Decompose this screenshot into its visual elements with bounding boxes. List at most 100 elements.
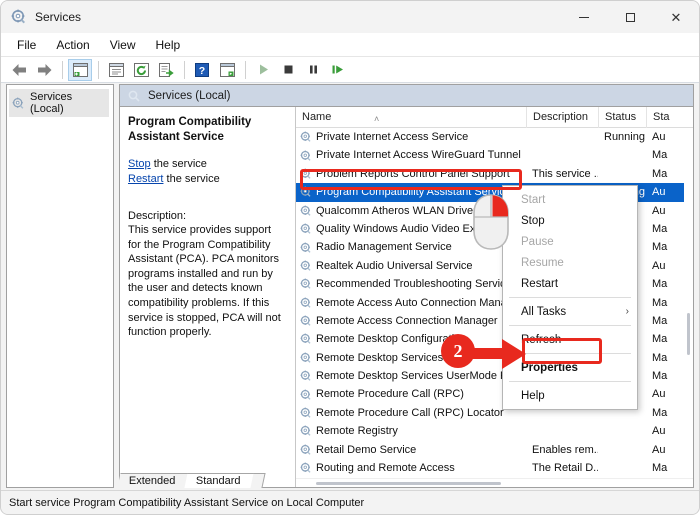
table-row[interactable]: Private Internet Access ServiceRunningAu: [296, 128, 693, 146]
ctx-all-tasks-label: All Tasks: [521, 306, 566, 318]
table-row[interactable]: Problem Reports Control Panel SupportThi…: [296, 165, 693, 183]
restart-service-icon[interactable]: [326, 59, 350, 81]
status-bar-text: Start service Program Compatibility Assi…: [9, 497, 364, 509]
list-vertical-scroll-thumb[interactable]: [687, 313, 690, 355]
ctx-properties[interactable]: Properties: [503, 357, 637, 378]
cell-startup-type: Ma: [646, 146, 680, 164]
service-gear-icon: [300, 333, 312, 345]
properties-icon[interactable]: [104, 59, 128, 81]
toolbar-separator: [245, 61, 246, 79]
ctx-stop[interactable]: Stop: [503, 210, 637, 231]
back-icon[interactable]: [7, 59, 31, 81]
table-row[interactable]: Remote RegistryAu: [296, 422, 693, 440]
pause-service-icon[interactable]: [301, 59, 325, 81]
list-horizontal-scrollbar[interactable]: [296, 478, 693, 487]
maximize-button[interactable]: [607, 1, 653, 33]
ctx-all-tasks[interactable]: All Tasks›: [503, 301, 637, 322]
show-action-pane-icon[interactable]: [215, 59, 239, 81]
cell-service-name: Remote Procedure Call (RPC): [296, 385, 526, 403]
menu-file[interactable]: File: [7, 35, 46, 55]
help-icon[interactable]: ?: [190, 59, 214, 81]
tab-extended[interactable]: Extended: [117, 473, 190, 488]
sort-ascending-icon: ˄: [374, 109, 379, 130]
ctx-restart[interactable]: Restart: [503, 273, 637, 294]
service-name-label: Private Internet Access Service: [316, 128, 468, 146]
menu-action[interactable]: Action: [46, 35, 99, 55]
stop-service-link[interactable]: Stop: [128, 158, 151, 170]
column-header-startup-type[interactable]: Sta: [646, 107, 680, 128]
service-title: Program Compatibility Assistant Service: [128, 115, 285, 145]
service-gear-icon: [300, 260, 312, 272]
description-label: Description:: [128, 209, 285, 224]
close-button[interactable]: ✕: [653, 1, 699, 33]
restart-service-line: Restart the service: [128, 172, 285, 187]
cell-description: [526, 422, 598, 440]
cell-startup-type: Ma: [646, 294, 680, 312]
list-header-row: Name ˄ Description Status Sta: [296, 107, 693, 128]
tab-standard-label: Standard: [196, 475, 241, 487]
cell-startup-type: Ma: [646, 330, 680, 348]
forward-icon[interactable]: [32, 59, 56, 81]
table-row[interactable]: Private Internet Access WireGuard Tunnel…: [296, 146, 693, 164]
tab-extended-label: Extended: [129, 475, 175, 487]
ctx-help[interactable]: Help: [503, 385, 637, 406]
table-row[interactable]: Routing and Remote AccessThe Retail D...…: [296, 459, 693, 477]
cell-service-name: Remote Desktop Configuration: [296, 330, 526, 348]
ctx-pause: Pause: [503, 231, 637, 252]
cell-startup-type: Au: [646, 441, 680, 459]
menu-help[interactable]: Help: [146, 35, 191, 55]
column-header-description[interactable]: Description: [526, 107, 598, 128]
cell-startup-type: Au: [646, 385, 680, 403]
service-gear-icon: [300, 444, 312, 456]
tab-standard[interactable]: Standard: [185, 473, 256, 488]
refresh-icon[interactable]: [129, 59, 153, 81]
list-vertical-scrollbar[interactable]: [684, 128, 693, 478]
menu-view[interactable]: View: [100, 35, 146, 55]
cell-startup-type: Ma: [646, 220, 680, 238]
export-list-icon[interactable]: [154, 59, 178, 81]
cell-status: [598, 422, 646, 440]
column-header-name-label: Name: [302, 111, 331, 123]
cell-service-name: Remote Access Auto Connection Mana: [296, 294, 526, 312]
restart-service-suffix: the service: [163, 173, 219, 185]
title-bar: Services ✕: [1, 1, 699, 33]
tree-node-services-local[interactable]: Services (Local): [9, 89, 109, 117]
service-gear-icon: [300, 223, 312, 235]
stop-service-icon[interactable]: [276, 59, 300, 81]
description-text: This service provides support for the Pr…: [128, 223, 285, 339]
service-name-label: Private Internet Access WireGuard Tunnel: [316, 146, 521, 164]
right-pane-header: Services (Local): [119, 84, 694, 106]
right-pane-title: Services (Local): [148, 90, 230, 102]
cell-startup-type: Ma: [646, 404, 680, 422]
services-window: Services ✕ File Action View Help: [0, 0, 700, 515]
toolbar-separator: [184, 61, 185, 79]
cell-service-name: Problem Reports Control Panel Support: [296, 165, 526, 183]
ctx-refresh[interactable]: Refresh: [503, 329, 637, 350]
cell-startup-type: Ma: [646, 459, 680, 477]
cell-service-name: Retail Demo Service: [296, 441, 526, 459]
cell-service-name: Remote Desktop Services UserMode Po: [296, 367, 526, 385]
service-name-label: Program Compatibility Assistant Service: [316, 183, 511, 201]
list-horizontal-scroll-thumb[interactable]: [316, 482, 501, 485]
column-header-name[interactable]: Name ˄: [296, 107, 526, 128]
column-header-status[interactable]: Status: [598, 107, 646, 128]
cell-startup-type: Au: [646, 202, 680, 220]
service-gear-icon: [300, 278, 312, 290]
cell-status: [598, 459, 646, 477]
minimize-button[interactable]: [561, 1, 607, 33]
cell-startup-type: Ma: [646, 275, 680, 293]
services-gear-icon: [11, 9, 27, 25]
cell-startup-type: Ma: [646, 165, 680, 183]
stop-service-line: Stop the service: [128, 157, 285, 172]
table-row[interactable]: Retail Demo ServiceEnables rem... Au: [296, 441, 693, 459]
cell-service-name: Remote Procedure Call (RPC) Locator: [296, 404, 526, 422]
cell-description: Enables rem...: [526, 441, 598, 459]
service-gear-icon: [300, 407, 312, 419]
cell-service-name: Private Internet Access WireGuard Tunnel: [296, 146, 526, 164]
service-name-label: Recommended Troubleshooting Service: [316, 275, 512, 293]
show-hide-console-tree-icon[interactable]: [68, 59, 92, 81]
service-gear-icon: [300, 370, 312, 382]
restart-service-link[interactable]: Restart: [128, 173, 163, 185]
start-service-icon[interactable]: [251, 59, 275, 81]
cell-description: [526, 146, 598, 164]
